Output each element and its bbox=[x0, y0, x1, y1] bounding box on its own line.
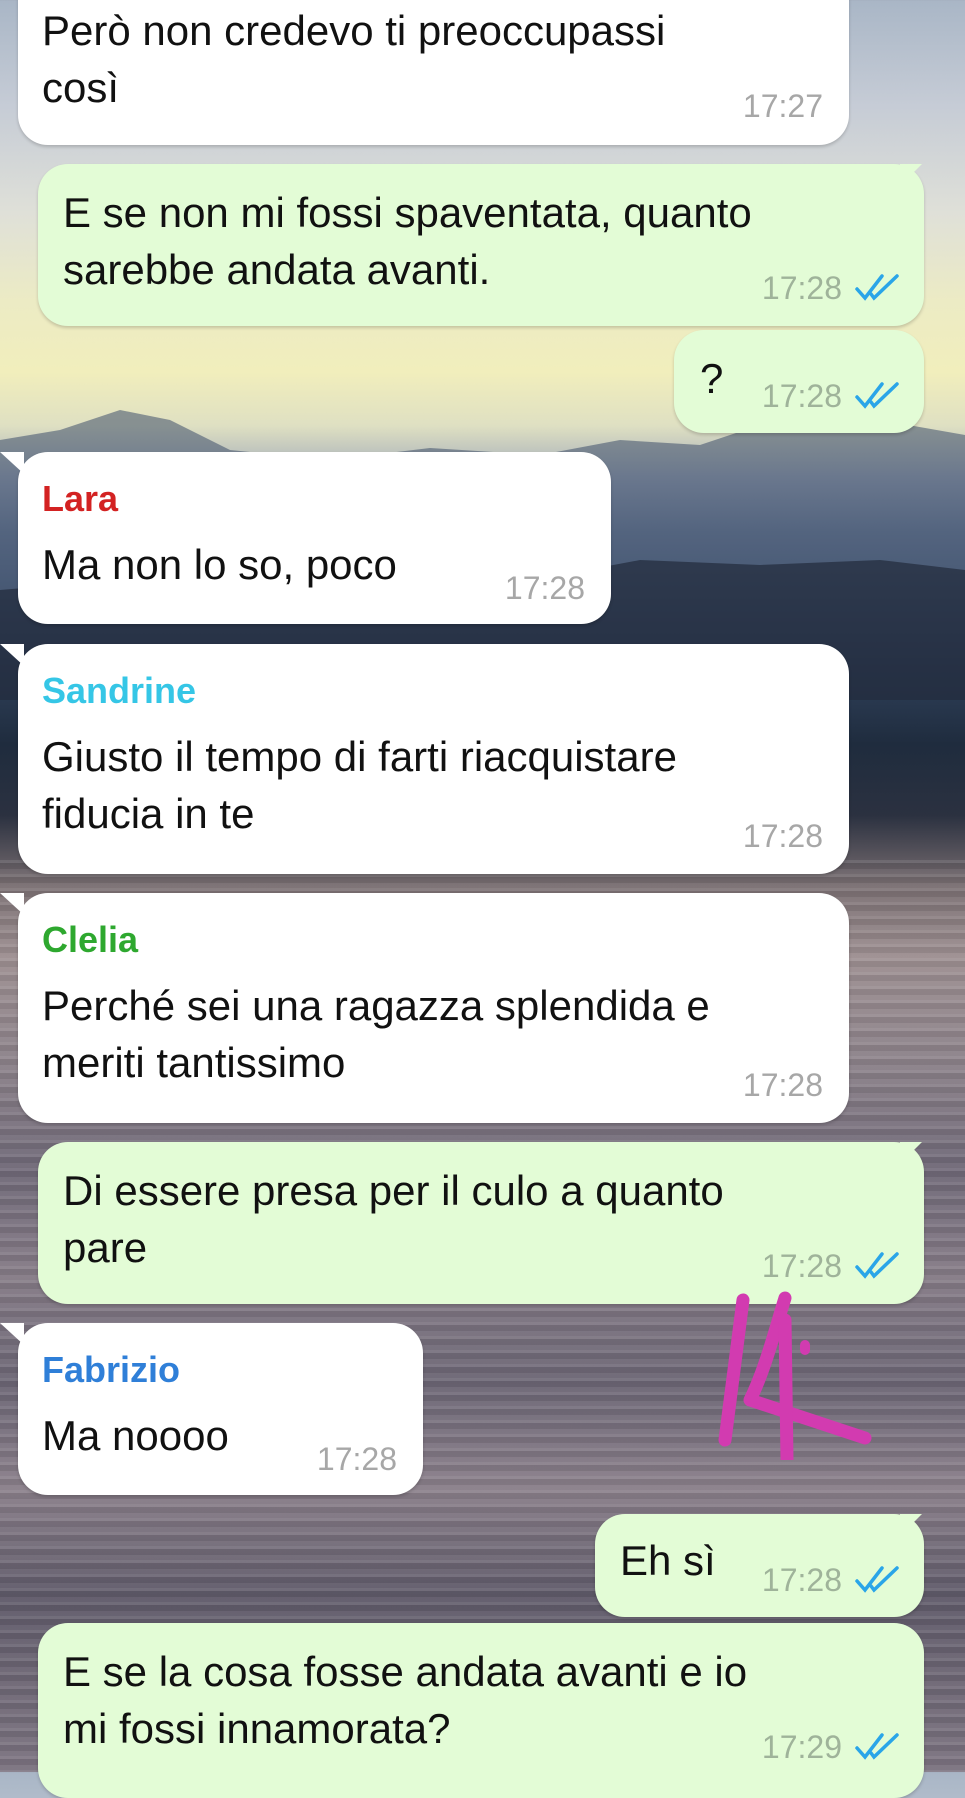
bubble-tail-outgoing bbox=[900, 1142, 922, 1164]
double-check-icon bbox=[855, 1566, 899, 1593]
message-time: 17:28 bbox=[316, 1441, 397, 1477]
message-time: 17:28 bbox=[761, 1248, 842, 1284]
message-bubble-incoming[interactable]: Fabrizio Ma noooo 17:28 bbox=[18, 1323, 423, 1495]
double-check-icon bbox=[855, 1252, 899, 1279]
sender-name-fabrizio[interactable]: Fabrizio bbox=[42, 1349, 180, 1391]
handwritten-scribble-icon bbox=[718, 1291, 872, 1460]
message-bubble-outgoing[interactable]: Eh sì 17:28 bbox=[595, 1514, 924, 1617]
message-time: 17:29 bbox=[761, 1729, 842, 1765]
message-bubble-incoming[interactable]: Sandrine Giusto il tempo di farti riacqu… bbox=[18, 644, 849, 874]
message-text: Ma noooo bbox=[42, 1412, 229, 1459]
message-text: Perché sei una ragazza splendida e merit… bbox=[42, 982, 710, 1086]
message-text: Giusto il tempo di farti riacquistare fi… bbox=[42, 733, 677, 837]
sender-name-clelia[interactable]: Clelia bbox=[42, 919, 138, 961]
sender-name-lara[interactable]: Lara bbox=[42, 478, 118, 520]
message-time: 17:28 bbox=[742, 1067, 823, 1103]
message-time: 17:27 bbox=[742, 88, 823, 124]
message-time: 17:28 bbox=[761, 270, 842, 306]
bubble-tail-incoming bbox=[0, 452, 24, 474]
double-check-icon bbox=[855, 1733, 899, 1760]
bubble-tail-incoming bbox=[0, 644, 24, 666]
bubble-tail-outgoing bbox=[900, 164, 922, 186]
message-text: ? bbox=[700, 355, 724, 402]
message-text: Eh sì bbox=[620, 1537, 716, 1584]
message-bubble-incoming[interactable]: Lara Ma non lo so, poco 17:28 bbox=[18, 452, 611, 624]
message-time: 17:28 bbox=[761, 1562, 842, 1598]
message-bubble-incoming[interactable]: Clelia Perché sei una ragazza splendida … bbox=[18, 893, 849, 1123]
message-bubble-outgoing[interactable]: E se non mi fossi spaventata, quanto sar… bbox=[38, 164, 924, 326]
message-text: Ma non lo so, poco bbox=[42, 541, 397, 588]
double-check-icon bbox=[855, 382, 899, 409]
message-text: Di essere presa per il culo a quanto par… bbox=[63, 1167, 724, 1271]
message-bubble-outgoing[interactable]: Di essere presa per il culo a quanto par… bbox=[38, 1142, 924, 1304]
bubble-tail-incoming bbox=[0, 893, 24, 915]
message-text: E se non mi fossi spaventata, quanto sar… bbox=[63, 189, 752, 293]
message-time: 17:28 bbox=[504, 570, 585, 606]
bubble-tail-incoming bbox=[0, 1323, 24, 1345]
message-time: 17:28 bbox=[742, 818, 823, 854]
message-bubble-incoming[interactable]: Però non credevo ti preoccupassi così 17… bbox=[18, 0, 849, 145]
message-time: 17:28 bbox=[761, 378, 842, 414]
sender-name-sandrine[interactable]: Sandrine bbox=[42, 670, 196, 712]
message-text: E se la cosa fosse andata avanti e io mi… bbox=[63, 1648, 748, 1752]
bubble-tail-outgoing bbox=[900, 1514, 922, 1536]
message-text: Però non credevo ti preoccupassi così bbox=[42, 7, 666, 111]
double-check-icon bbox=[855, 274, 899, 301]
message-bubble-outgoing[interactable]: ? 17:28 bbox=[674, 330, 924, 433]
